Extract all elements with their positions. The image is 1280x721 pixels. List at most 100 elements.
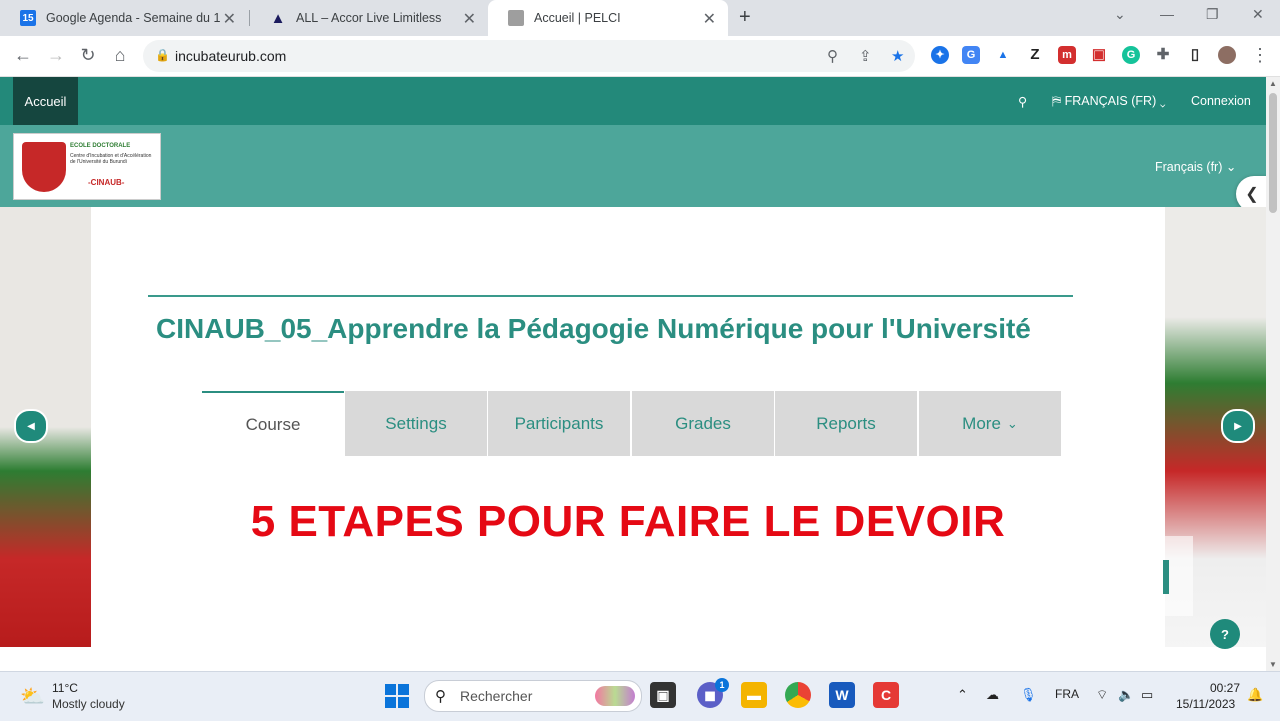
- microphone-icon[interactable]: 🎙: [1020, 687, 1037, 703]
- logo-line3: -CINAUB-: [88, 178, 125, 187]
- input-language[interactable]: FRA: [1055, 687, 1079, 701]
- language-icon: ⛿: [1052, 94, 1062, 108]
- close-tab-icon[interactable]: ✕: [223, 9, 236, 29]
- language-menu[interactable]: ⛿ FRANÇAIS (FR) ⌄: [1052, 94, 1166, 109]
- home-icon[interactable]: ⌂: [109, 45, 131, 66]
- taskbar: ⛅ 11°C Mostly cloudy ⚲ Rechercher ▣ ◼ 1 …: [0, 671, 1280, 721]
- chat-icon[interactable]: ◼ 1: [697, 678, 729, 708]
- clock-time[interactable]: 00:27: [1210, 681, 1240, 695]
- chevron-down-icon[interactable]: ⌄: [1114, 6, 1126, 23]
- minimize-icon[interactable]: —: [1160, 6, 1174, 22]
- puzzle-icon[interactable]: ✚: [1154, 46, 1172, 64]
- tab-more[interactable]: More ⌄: [919, 391, 1061, 456]
- browser-tab-calendar[interactable]: 15 Google Agenda - Semaine du 1 ✕: [0, 0, 248, 36]
- language-secondary-label: Français (fr): [1155, 160, 1223, 174]
- chat-badge: 1: [715, 678, 729, 692]
- browser-tabstrip: 15 Google Agenda - Semaine du 1 ✕ ▲ ALL …: [0, 0, 1280, 36]
- close-tab-icon[interactable]: ✕: [463, 9, 476, 29]
- caret-right-icon: ▶: [1234, 420, 1242, 432]
- search-placeholder: Rechercher: [460, 688, 533, 704]
- taskbar-search[interactable]: ⚲ Rechercher: [424, 680, 642, 712]
- mendeley-icon[interactable]: m: [1058, 46, 1076, 64]
- clock-date[interactable]: 15/11/2023: [1176, 697, 1235, 711]
- translate-icon[interactable]: G: [962, 46, 980, 64]
- scroll-up-icon[interactable]: ▲: [1269, 79, 1277, 88]
- side-panel-icon[interactable]: ▯: [1186, 46, 1204, 64]
- zotero-icon[interactable]: Z: [1026, 46, 1044, 64]
- tab-course[interactable]: Course: [202, 391, 344, 456]
- forward-icon[interactable]: →: [45, 45, 67, 66]
- screen-recorder-icon[interactable]: C: [873, 682, 899, 708]
- onedrive-cloud-icon[interactable]: ☁: [986, 687, 999, 703]
- weather-temperature[interactable]: 11°C: [52, 681, 78, 695]
- restore-icon[interactable]: ❐: [1206, 6, 1219, 23]
- bookmark-star-icon[interactable]: ★: [891, 47, 904, 65]
- video-overlay: [1163, 536, 1193, 616]
- pdf-icon[interactable]: ▣: [1090, 46, 1108, 64]
- search-highlight-art: [595, 686, 635, 706]
- site-logo[interactable]: ECOLE DOCTORALE Centre d'Incubation et d…: [13, 133, 161, 200]
- grammarly-icon[interactable]: G: [1122, 46, 1140, 64]
- tray-overflow-icon[interactable]: ⌃: [957, 687, 968, 703]
- reload-icon[interactable]: ↻: [77, 45, 99, 66]
- word-icon[interactable]: W: [829, 682, 855, 708]
- speaker-icon[interactable]: 🔈: [1118, 687, 1134, 703]
- crest-icon: [22, 142, 66, 192]
- logo-line2: Centre d'Incubation et d'Accélération de…: [70, 153, 152, 165]
- tab-participants[interactable]: Participants: [488, 391, 630, 456]
- close-tab-icon[interactable]: ✕: [703, 9, 716, 29]
- browser-tab-accor[interactable]: ▲ ALL – Accor Live Limitless ✕: [250, 0, 488, 36]
- browser-tab-pelci[interactable]: Accueil | PELCI ✕: [488, 0, 728, 36]
- caret-left-icon: ◀: [27, 420, 35, 432]
- logo-line1: ECOLE DOCTORALE: [70, 143, 131, 149]
- task-view-icon[interactable]: ▣: [650, 682, 676, 708]
- notification-icon[interactable]: 🔔: [1247, 687, 1263, 703]
- language-selector[interactable]: Français (fr) ⌄: [1155, 159, 1236, 174]
- tab-settings[interactable]: Settings: [345, 391, 487, 456]
- avatar[interactable]: [1218, 46, 1236, 64]
- login-link[interactable]: Connexion: [1191, 94, 1251, 108]
- address-bar[interactable]: 🔒 incubateurub.com ⚲ ⇪ ★: [143, 40, 915, 72]
- file-explorer-icon[interactable]: ▬: [741, 682, 767, 708]
- menu-icon[interactable]: ⋮: [1249, 45, 1271, 66]
- new-tab-icon[interactable]: +: [739, 6, 751, 29]
- title-rule: [148, 295, 1073, 297]
- tab-title: Accueil | PELCI: [534, 11, 621, 25]
- tab-more-label: More: [962, 413, 1001, 433]
- chevron-down-icon: ⌄: [1225, 160, 1237, 174]
- carousel-prev-button[interactable]: ◀: [14, 409, 48, 443]
- tab-title: Google Agenda - Semaine du 1: [46, 11, 221, 25]
- back-icon[interactable]: ←: [12, 45, 34, 66]
- scrollbar-thumb[interactable]: [1269, 93, 1277, 213]
- chevron-down-icon: ⌄: [1159, 94, 1166, 108]
- weather-description[interactable]: Mostly cloudy: [52, 697, 125, 711]
- site-navbar: Accueil ⚲ ⛿ FRANÇAIS (FR) ⌄ Connexion: [0, 77, 1266, 125]
- share-icon[interactable]: ⇪: [859, 47, 872, 65]
- page-scrollbar[interactable]: ▲ ▼: [1266, 77, 1280, 671]
- accor-icon: ▲: [270, 9, 286, 27]
- chevron-down-icon: ⌄: [1006, 415, 1018, 431]
- carousel-next-button[interactable]: ▶: [1221, 409, 1255, 443]
- scroll-down-icon[interactable]: ▼: [1269, 660, 1277, 669]
- tab-grades[interactable]: Grades: [632, 391, 774, 456]
- battery-icon[interactable]: ▭: [1141, 687, 1153, 703]
- course-title: CINAUB_05_Apprendre la Pédagogie Numériq…: [156, 313, 1031, 344]
- close-window-icon[interactable]: ✕: [1252, 6, 1264, 23]
- search-icon[interactable]: ⚲: [1018, 94, 1027, 109]
- browser-toolbar: ← → ↻ ⌂ 🔒 incubateurub.com ⚲ ⇪ ★ ✦ G ▲ Z…: [0, 36, 1280, 77]
- tab-reports[interactable]: Reports: [775, 391, 917, 456]
- lock-icon: 🔒: [155, 48, 170, 62]
- nav-home-link[interactable]: Accueil: [13, 77, 78, 125]
- help-button[interactable]: ?: [1210, 619, 1240, 649]
- url-text: incubateurub.com: [175, 48, 287, 64]
- page-icon: [508, 10, 524, 26]
- weather-cloudy-icon[interactable]: ⛅: [20, 684, 45, 709]
- wifi-icon[interactable]: ⌔: [1096, 687, 1108, 703]
- zoom-icon[interactable]: ⚲: [827, 47, 838, 65]
- graduation-cap-icon[interactable]: ▲: [994, 46, 1012, 64]
- extension-icon[interactable]: ✦: [931, 46, 949, 64]
- chrome-icon[interactable]: [785, 682, 811, 708]
- windows-start-icon[interactable]: [385, 684, 409, 708]
- chevron-left-icon: ❮: [1245, 186, 1259, 203]
- language-label: FRANÇAIS (FR): [1064, 94, 1157, 108]
